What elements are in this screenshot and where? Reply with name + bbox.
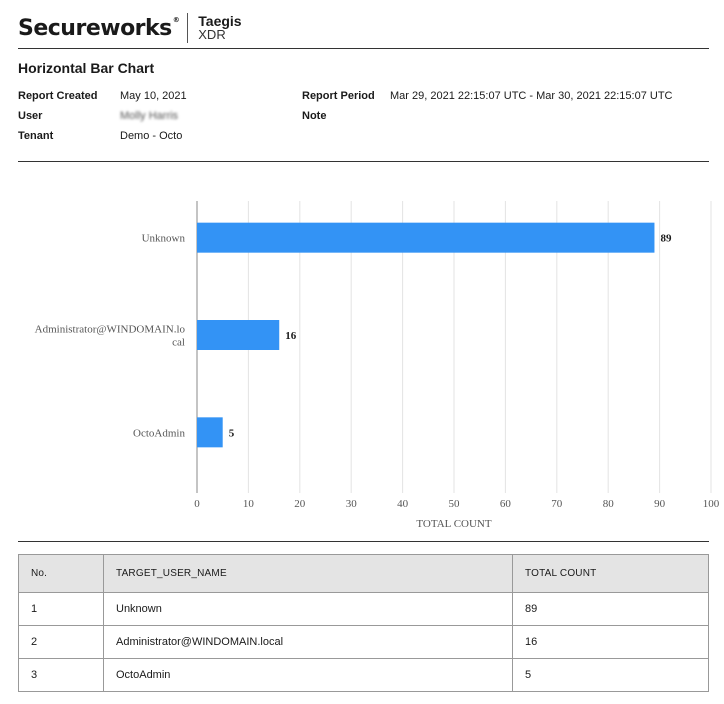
cell-target-user: Unknown bbox=[103, 592, 513, 626]
x-axis-title: TOTAL COUNT bbox=[416, 518, 491, 530]
bar-value-label: 5 bbox=[229, 427, 235, 439]
col-header-no: No. bbox=[18, 554, 104, 593]
taegis-label: Taegis bbox=[198, 13, 242, 29]
report-meta-right: Report Period Note bbox=[302, 86, 375, 126]
table-row: 1 Unknown 89 bbox=[18, 592, 709, 626]
table-row: 3 OctoAdmin 5 bbox=[18, 658, 709, 692]
created-label: Report Created bbox=[18, 90, 98, 102]
cell-target-user: OctoAdmin bbox=[103, 658, 513, 692]
report-title: Horizontal Bar Chart bbox=[18, 60, 155, 76]
user-label: User bbox=[18, 110, 43, 122]
x-tick-label: 20 bbox=[294, 498, 306, 510]
report-meta-left-values: May 10, 2021 Molly Harris Demo - Octo bbox=[120, 86, 187, 146]
y-category-label: OctoAdmin bbox=[133, 427, 185, 439]
created-value: May 10, 2021 bbox=[120, 90, 187, 102]
logo-divider bbox=[187, 13, 189, 43]
x-tick-label: 90 bbox=[654, 498, 666, 510]
cell-total-count: 5 bbox=[512, 658, 709, 692]
x-tick-label: 0 bbox=[194, 498, 200, 510]
cell-target-user: Administrator@WINDOMAIN.local bbox=[103, 625, 513, 659]
x-tick-label: 80 bbox=[603, 498, 615, 510]
report-meta-right-values: Mar 29, 2021 22:15:07 UTC - Mar 30, 2021… bbox=[390, 86, 673, 106]
header-divider bbox=[18, 48, 709, 49]
brand-header: Secureworks® Taegis XDR bbox=[18, 10, 242, 46]
y-category-label: cal bbox=[172, 337, 185, 349]
bar bbox=[197, 417, 223, 448]
col-header-total-count: TOTAL COUNT bbox=[512, 554, 709, 593]
x-tick-label: 70 bbox=[551, 498, 563, 510]
period-value: Mar 29, 2021 22:15:07 UTC - Mar 30, 2021… bbox=[390, 90, 673, 102]
xdr-label: XDR bbox=[198, 27, 226, 42]
col-header-target-user: TARGET_USER_NAME bbox=[103, 554, 513, 593]
cell-total-count: 16 bbox=[512, 625, 709, 659]
secureworks-logo: Secureworks® bbox=[18, 15, 180, 41]
x-tick-label: 100 bbox=[703, 498, 720, 510]
x-tick-label: 30 bbox=[346, 498, 358, 510]
note-label: Note bbox=[302, 110, 327, 122]
y-category-label: Unknown bbox=[142, 233, 186, 245]
data-table: No. TARGET_USER_NAME TOTAL COUNT 1 Unkno… bbox=[18, 554, 709, 692]
cell-no: 2 bbox=[18, 625, 104, 659]
x-tick-label: 50 bbox=[449, 498, 461, 510]
report-meta-left: Report Created User Tenant bbox=[18, 86, 97, 146]
cell-no: 3 bbox=[18, 658, 104, 692]
chart-divider bbox=[18, 541, 709, 542]
period-label: Report Period bbox=[302, 90, 375, 102]
y-category-label: Administrator@WINDOMAIN.lo bbox=[35, 324, 186, 336]
meta-divider bbox=[18, 161, 709, 162]
table-row: 2 Administrator@WINDOMAIN.local 16 bbox=[18, 625, 709, 659]
bar-value-label: 89 bbox=[660, 233, 672, 245]
bar bbox=[197, 320, 280, 350]
user-value: Molly Harris bbox=[120, 110, 179, 122]
tenant-label: Tenant bbox=[18, 130, 54, 142]
tenant-value: Demo - Octo bbox=[120, 130, 183, 142]
x-tick-label: 60 bbox=[500, 498, 512, 510]
bar bbox=[197, 222, 655, 253]
cell-no: 1 bbox=[18, 592, 104, 626]
bar-chart: 0 10 20 30 40 50 60 70 80 90 100 TOTAL COUNT 89 Unkno… bbox=[35, 201, 720, 530]
taegis-logo: Taegis XDR bbox=[198, 14, 241, 42]
cell-total-count: 89 bbox=[512, 592, 709, 626]
x-tick-label: 10 bbox=[243, 498, 255, 510]
table-header-row: No. TARGET_USER_NAME TOTAL COUNT bbox=[18, 554, 709, 593]
x-tick-label: 40 bbox=[397, 498, 409, 510]
bar-value-label: 16 bbox=[285, 330, 297, 342]
